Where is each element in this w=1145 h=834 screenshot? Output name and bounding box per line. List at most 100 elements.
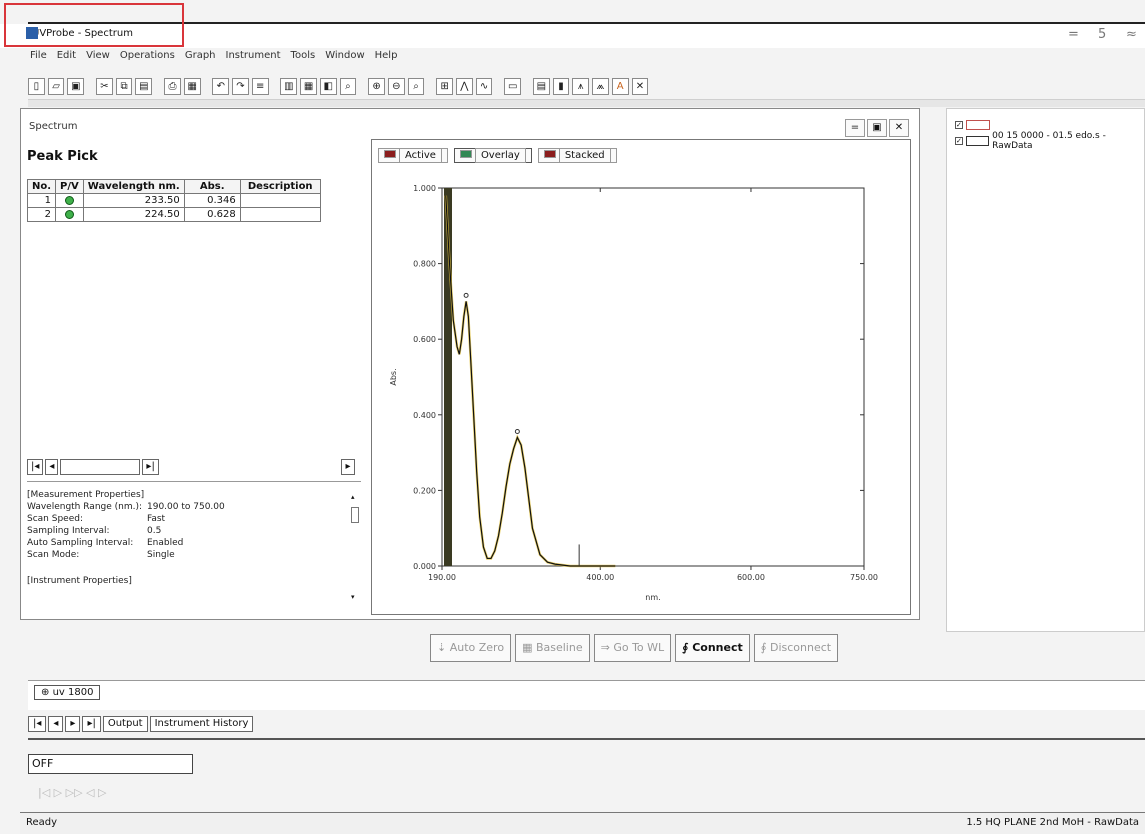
peak-pick-icon[interactable]: ⩚	[572, 77, 590, 95]
disconnect-button[interactable]: ∮ Disconnect	[753, 634, 839, 662]
toolbar-separator	[495, 78, 501, 95]
zoom-fit-icon[interactable]: ⌕	[407, 77, 425, 95]
toolbar-strip	[28, 99, 1145, 107]
chart-panel: Active Overlay Stacked 0.000 0.200 0.400 0.…	[371, 139, 911, 615]
col-header-wavelength: Wavelength nm.	[82, 179, 185, 194]
properties-panel: [Measurement Properties] Wavelength Rang…	[27, 489, 225, 587]
tab-stacked[interactable]: Stacked	[537, 148, 617, 163]
go-to-wl-button[interactable]: ⇒ Go To WL	[593, 634, 672, 662]
baseline-button[interactable]: ▦ Baseline	[515, 634, 590, 662]
spectrum-window-controls: = ▣ ✕	[845, 119, 909, 137]
first-page-icon[interactable]: |◂	[27, 459, 44, 475]
scroll-down-icon[interactable]: ▾	[351, 593, 359, 601]
bar-chart-icon[interactable]: ▮	[552, 77, 570, 95]
grid-icon[interactable]: ▦	[300, 77, 317, 95]
menu-instrument[interactable]: Instrument	[226, 50, 281, 66]
instrument-actions: ⇣ Auto Zero ▦ Baseline ⇒ Go To WL ∮ Conn…	[430, 634, 839, 662]
zoom-icon[interactable]: ⌕	[339, 77, 357, 95]
first-tab-icon[interactable]: |◂	[28, 716, 47, 732]
table-row[interactable]: 2 224.50 0.628	[26, 207, 321, 222]
tab-instrument-history[interactable]: Instrument History	[149, 716, 254, 732]
auto-zero-button[interactable]: ⇣ Auto Zero	[430, 634, 512, 662]
scroll-right-icon[interactable]: ▸	[341, 459, 355, 475]
spectrum-close-button[interactable]: ✕	[889, 119, 909, 137]
print-preview-icon[interactable]: ▦	[183, 77, 201, 95]
maximize-button[interactable]: 5	[1098, 27, 1106, 42]
cell-wavelength: 233.50	[82, 193, 185, 208]
menu-view[interactable]: View	[86, 50, 110, 66]
peak-indicator-icon	[64, 209, 74, 219]
y-axis-label: Abs.	[389, 368, 398, 385]
folder-icon[interactable]: ▭	[504, 77, 522, 95]
spectrum-maximize-button[interactable]: ▣	[867, 119, 887, 137]
tool-icon[interactable]: ◧	[319, 77, 337, 95]
tab-instrument[interactable]: ⊕ uv 1800	[34, 685, 101, 700]
spectrum-minimize-button[interactable]: =	[845, 119, 865, 137]
peak-area-icon[interactable]: ⩕	[592, 77, 609, 95]
report-icon[interactable]: ▤	[532, 77, 550, 95]
scale-icon[interactable]: ⊞	[436, 77, 453, 95]
sheet-tab[interactable]	[60, 459, 141, 475]
last-tab-icon[interactable]: ▸|	[82, 716, 101, 732]
tab-output[interactable]: Output	[102, 716, 148, 732]
close-button[interactable]: ≈	[1126, 27, 1137, 42]
copy-icon[interactable]: ⧉	[115, 77, 133, 95]
status-ready-text: Ready	[26, 817, 58, 828]
menu-edit[interactable]: Edit	[57, 50, 76, 66]
next-page-icon[interactable]: ▸|	[142, 459, 159, 475]
menu-file[interactable]: File	[30, 50, 47, 66]
clear-icon[interactable]: ✕	[631, 77, 649, 95]
spectrum-window: Spectrum = ▣ ✕ Peak Pick No. P/V Wavelen…	[20, 108, 920, 620]
table-nav-tabs: |◂ ◂ ▸|	[27, 459, 159, 475]
series-color-swatch	[965, 136, 990, 146]
prev-page-icon[interactable]: ◂	[45, 459, 59, 475]
prev-tab-icon[interactable]: ◂	[48, 716, 64, 732]
data-set-item[interactable]: ✓ 00 15 0000 - 01.5 edo.s - RawData	[955, 131, 1144, 151]
properties-icon[interactable]: ≡	[251, 77, 269, 95]
tab-overlay[interactable]: Overlay	[453, 148, 532, 163]
new-file-icon[interactable]: ▯	[28, 77, 45, 95]
col-header-abs: Abs.	[183, 179, 241, 194]
menu-graph[interactable]: Graph	[185, 50, 216, 66]
text-annotation-icon[interactable]: A	[611, 77, 629, 95]
properties-scrollbar[interactable]: ▴ ▾	[351, 493, 359, 603]
checkbox[interactable]: ✓	[955, 121, 963, 129]
open-file-icon[interactable]: ▱	[47, 77, 65, 95]
checkbox[interactable]: ✓	[955, 137, 963, 145]
cell-no: 1	[26, 193, 57, 208]
undo-icon[interactable]: ↶	[212, 77, 230, 95]
table-row[interactable]: 1 233.50 0.346	[26, 193, 321, 208]
scroll-thumb[interactable]	[351, 507, 359, 523]
toolbar-separator	[155, 78, 161, 95]
menu-operations[interactable]: Operations	[120, 50, 175, 66]
y-tick-label: 0.200	[413, 486, 436, 495]
save-icon[interactable]: ▣	[67, 77, 85, 95]
menu-tools[interactable]: Tools	[291, 50, 316, 66]
paste-icon[interactable]: ▤	[135, 77, 153, 95]
next-tab-icon[interactable]: ▸	[65, 716, 81, 732]
disconnect-icon: ∮	[760, 641, 770, 654]
scroll-up-icon[interactable]: ▴	[351, 493, 359, 501]
menu-help[interactable]: Help	[375, 50, 398, 66]
redo-icon[interactable]: ↷	[232, 77, 249, 95]
tab-active[interactable]: Active	[378, 148, 448, 163]
print-icon[interactable]: ⎙	[164, 77, 181, 95]
table-icon[interactable]: ▥	[280, 77, 298, 95]
cut-icon[interactable]: ✂	[96, 77, 113, 95]
minimize-button[interactable]: =	[1068, 27, 1079, 42]
zoom-out-icon[interactable]: ⊖	[387, 77, 405, 95]
app-logo-icon	[26, 27, 38, 39]
y-tick-label: 0.400	[413, 411, 436, 420]
zoom-in-icon[interactable]: ⊕	[368, 77, 385, 95]
status-field: OFF	[28, 754, 193, 774]
connect-button[interactable]: ∮ Connect	[675, 634, 750, 662]
data-set-panel: ✓ ✓ 00 15 0000 - 01.5 edo.s - RawData	[946, 108, 1145, 632]
spectrum-chart[interactable]: 0.000 0.200 0.400 0.600 0.800 1.000 190.00 400.…	[378, 176, 904, 608]
disabled-controls: |◁ ▷ ▷▷ ◁ ▷	[38, 786, 107, 799]
x-tick-label: 750.00	[850, 573, 878, 582]
peak-pick-table: No. P/V Wavelength nm. Abs. Description …	[26, 179, 321, 222]
cell-wavelength: 224.50	[82, 207, 185, 222]
peak-icon[interactable]: ⋀	[456, 77, 473, 95]
menu-window[interactable]: Window	[325, 50, 364, 66]
spectrum-icon[interactable]: ∿	[475, 77, 493, 95]
